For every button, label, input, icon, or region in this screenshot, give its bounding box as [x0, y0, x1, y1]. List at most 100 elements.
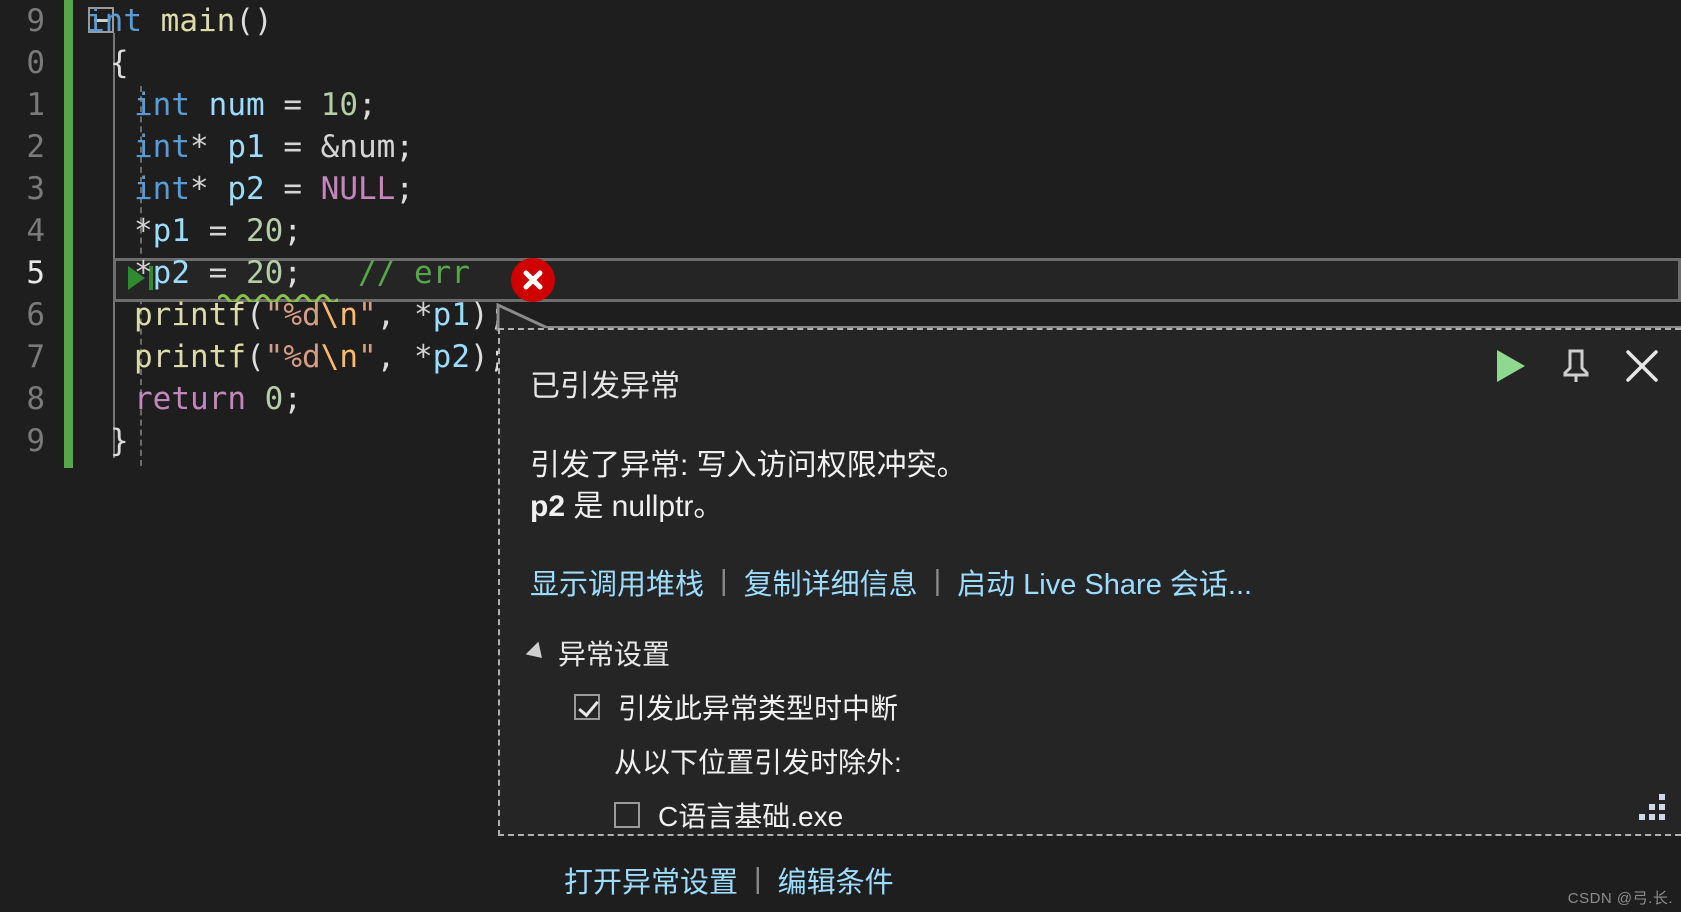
module-exclusion-row[interactable]: C语言基础.exe	[614, 795, 1681, 835]
line-number: 9	[26, 3, 45, 39]
change-indicator-bar	[64, 0, 73, 468]
popup-bottom-border	[498, 834, 1681, 836]
play-icon[interactable]	[1493, 348, 1527, 384]
code-token: 20	[246, 255, 284, 291]
code-token: num	[208, 87, 265, 123]
code-token: (	[245, 297, 265, 333]
line-number: 6	[26, 297, 45, 333]
action-links-row: 显示调用堆栈 | 复制详细信息 | 启动 Live Share 会话...	[530, 561, 1681, 603]
code-token: *	[134, 255, 153, 291]
code-line[interactable]: int* p1 = &num;	[134, 126, 414, 168]
close-x-icon[interactable]	[1625, 349, 1659, 383]
code-token: "%d	[264, 297, 321, 333]
code-token: =	[264, 129, 321, 165]
triangle-expand-icon[interactable]	[525, 641, 549, 665]
code-token: ()	[235, 3, 273, 39]
line-number: 9	[26, 423, 45, 459]
code-token: 10	[320, 87, 358, 123]
code-token: NULL	[320, 171, 396, 207]
popup-window-controls	[1493, 348, 1659, 384]
code-token: "	[357, 297, 377, 333]
line-number: 8	[26, 381, 45, 417]
code-token: *	[190, 171, 228, 207]
code-token: ,	[376, 339, 414, 375]
edit-conditions-link[interactable]: 编辑条件	[778, 859, 894, 901]
code-token: (	[245, 339, 265, 375]
code-token: "	[357, 339, 377, 375]
code-token: ,	[376, 297, 414, 333]
line-number: 4	[26, 213, 45, 249]
code-token: *	[190, 129, 228, 165]
code-token: &num	[320, 129, 396, 165]
code-token: *	[413, 339, 433, 375]
line-number: 2	[26, 129, 45, 165]
exception-settings-header[interactable]: 异常设置	[525, 633, 1681, 673]
code-token: =	[264, 171, 321, 207]
code-token: // err	[358, 255, 470, 291]
code-token: p1	[432, 297, 470, 333]
break-when-thrown-label: 引发此异常类型时中断	[618, 692, 899, 724]
pin-icon[interactable]	[1561, 348, 1591, 384]
show-call-stack-link[interactable]: 显示调用堆栈	[530, 561, 704, 603]
code-token: p2	[432, 339, 470, 375]
line-number: 5	[26, 255, 45, 291]
code-token: p2	[227, 171, 265, 207]
code-line[interactable]: printf("%d\n", *p2);	[134, 336, 507, 378]
csdn-watermark: CSDN @弓.长.	[1567, 890, 1673, 907]
code-line[interactable]: return 0;	[134, 378, 302, 420]
copy-details-link[interactable]: 复制详细信息	[744, 561, 918, 603]
start-live-share-link[interactable]: 启动 Live Share 会话...	[957, 561, 1252, 603]
module-exclusion-checkbox[interactable]	[614, 801, 640, 828]
error-squiggle	[218, 292, 338, 302]
break-when-thrown-checkbox[interactable]	[574, 693, 600, 720]
link-separator: |	[933, 565, 942, 598]
popup-message-line2: p2 是 nullptr。	[530, 486, 1681, 527]
code-token: \n	[320, 339, 358, 375]
link-separator: |	[754, 863, 762, 896]
line-number: 0	[26, 45, 45, 81]
line-number: 1	[26, 87, 45, 123]
code-token: =	[190, 255, 246, 291]
line-number: 3	[26, 171, 45, 207]
code-line[interactable]: int* p2 = NULL;	[134, 168, 414, 210]
code-token: \n	[320, 297, 358, 333]
code-token: ;	[283, 213, 302, 249]
code-line[interactable]: *p2 = 20; // err	[134, 252, 470, 294]
except-when-thrown-from-label: 从以下位置引发时除外:	[614, 746, 902, 778]
link-separator: |	[720, 565, 728, 598]
code-line[interactable]: int main()	[86, 0, 273, 42]
popup-message-line1: 引发了异常: 写入访问权限冲突。	[530, 449, 967, 482]
exception-thrown-popup[interactable]: 已引发异常 引发了异常: 写入访问权限冲突。 p2 是 nullptr。 显示调…	[498, 328, 1681, 899]
bottom-links-row: 打开异常设置 | 编辑条件	[564, 859, 1681, 901]
resize-grip[interactable]	[1631, 786, 1665, 820]
code-token: return	[134, 381, 246, 417]
code-token: main	[160, 3, 236, 39]
code-token: printf	[134, 339, 246, 375]
break-when-thrown-row[interactable]: 引发此异常类型时中断	[574, 687, 1681, 727]
code-token: "%d	[264, 339, 321, 375]
variable-name: p2	[530, 490, 566, 524]
code-line[interactable]: }	[110, 420, 129, 462]
line-number: 7	[26, 339, 45, 375]
open-exception-settings-link[interactable]: 打开异常设置	[564, 859, 738, 901]
code-line[interactable]: {	[110, 42, 129, 84]
code-token: int	[134, 171, 190, 207]
code-token: p2	[152, 255, 190, 291]
code-token: int	[134, 87, 190, 123]
exception-settings-label: 异常设置	[558, 638, 671, 670]
error-circle-x-icon[interactable]	[511, 258, 555, 302]
popup-message: 引发了异常: 写入访问权限冲突。 p2 是 nullptr。	[530, 445, 1681, 528]
code-token: }	[110, 423, 129, 459]
code-token: ;	[283, 255, 302, 291]
code-token: *	[413, 297, 433, 333]
code-line[interactable]: int num = 10;	[134, 84, 377, 126]
code-token: printf	[134, 297, 246, 333]
code-token: ;	[395, 129, 414, 165]
code-token: 20	[246, 213, 284, 249]
code-token: p1	[227, 129, 265, 165]
code-token: ;	[395, 171, 414, 207]
code-line[interactable]: *p1 = 20;	[134, 210, 302, 252]
